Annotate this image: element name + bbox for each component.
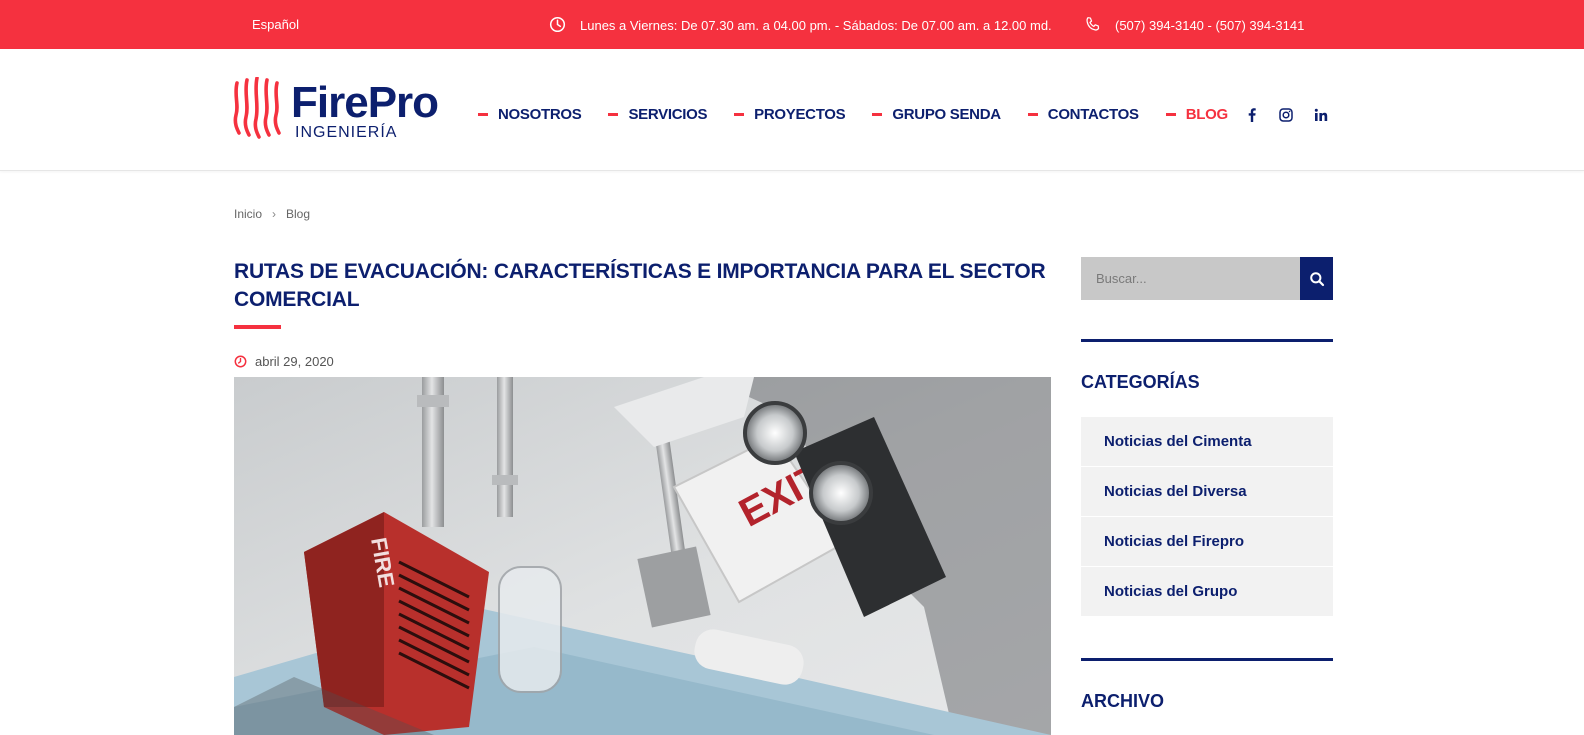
nav-item-contactos[interactable]: CONTACTOS xyxy=(1027,106,1139,123)
nav-label: BLOG xyxy=(1185,106,1228,123)
dash-marker xyxy=(608,113,619,116)
business-hours: Lunes a Viernes: De 07.30 am. a 04.00 pm… xyxy=(549,16,1052,33)
linkedin-icon[interactable] xyxy=(1313,107,1329,128)
main-navigation: NOSOTROS SERVICIOS PROYECTOS GRUPO SENDA… xyxy=(478,106,1255,123)
phone-icon xyxy=(1086,17,1100,31)
nav-label: GRUPO SENDA xyxy=(892,106,1001,123)
breadcrumb-current: Blog xyxy=(286,207,311,221)
facebook-icon[interactable] xyxy=(1245,107,1259,128)
firepro-logo[interactable]: FirePro INGENIERÍA xyxy=(233,77,448,143)
nav-item-grupo-senda[interactable]: GRUPO SENDA xyxy=(872,106,1001,123)
social-links xyxy=(1245,107,1348,128)
breadcrumb: Inicio › Blog xyxy=(234,207,310,221)
categories-heading: CATEGORÍAS xyxy=(1081,372,1200,392)
dash-marker xyxy=(1165,113,1176,116)
category-link[interactable]: Noticias del Cimenta xyxy=(1081,417,1333,467)
nav-item-servicios[interactable]: SERVICIOS xyxy=(608,106,707,123)
nav-item-blog[interactable]: BLOG xyxy=(1165,106,1228,123)
dash-marker xyxy=(734,113,745,116)
flame-lines-logo-mark xyxy=(233,77,281,139)
breadcrumb-home[interactable]: Inicio xyxy=(234,207,262,221)
dash-marker xyxy=(478,113,488,116)
nav-label: PROYECTOS xyxy=(754,106,846,123)
search-form xyxy=(1081,257,1333,300)
article-featured-image: EXIT FIRE xyxy=(234,377,1051,735)
category-link[interactable]: Noticias del Firepro xyxy=(1081,517,1333,567)
site-header: FirePro INGENIERÍA NOSOTROS SERVICIOS PR… xyxy=(0,49,1584,171)
widget-divider xyxy=(1081,658,1333,661)
language-selector[interactable]: Español xyxy=(252,17,299,32)
instagram-icon[interactable] xyxy=(1278,107,1294,128)
category-link[interactable]: Noticias del Grupo xyxy=(1081,567,1333,617)
nav-label: SERVICIOS xyxy=(628,106,708,123)
search-input[interactable] xyxy=(1081,257,1300,300)
top-bar: Español Lunes a Viernes: De 07.30 am. a … xyxy=(0,0,1584,49)
hours-text: Lunes a Viernes: De 07.30 am. a 04.00 pm… xyxy=(580,17,1052,33)
clock-icon xyxy=(234,355,247,368)
article-date: abril 29, 2020 xyxy=(234,354,334,369)
title-underline xyxy=(234,325,281,329)
dash-marker xyxy=(1027,113,1038,116)
clock-icon xyxy=(549,16,566,33)
phone-numbers: (507) 394-3140 - (507) 394-3141 xyxy=(1084,17,1304,33)
phones-text[interactable]: (507) 394-3140 - (507) 394-3141 xyxy=(1115,18,1304,33)
nav-label: NOSOTROS xyxy=(498,106,582,123)
logo-subtitle: INGENIERÍA xyxy=(295,124,398,141)
widget-divider xyxy=(1081,339,1333,342)
category-link[interactable]: Noticias del Diversa xyxy=(1081,467,1333,517)
nav-item-nosotros[interactable]: NOSOTROS xyxy=(478,106,582,123)
categories-list: Noticias del Cimenta Noticias del Divers… xyxy=(1081,417,1333,617)
article-title: RUTAS DE EVACUACIÓN: CARACTERÍSTICAS E I… xyxy=(234,260,1046,311)
archive-heading: ARCHIVO xyxy=(1081,691,1165,711)
nav-label: CONTACTOS xyxy=(1047,106,1139,123)
date-text: abril 29, 2020 xyxy=(255,354,334,369)
search-button[interactable] xyxy=(1300,257,1333,300)
logo-brand-text: FirePro xyxy=(291,78,439,127)
chevron-right-icon: › xyxy=(272,207,277,221)
nav-item-proyectos[interactable]: PROYECTOS xyxy=(734,106,846,123)
dash-marker xyxy=(872,113,883,116)
search-icon xyxy=(1309,271,1324,286)
